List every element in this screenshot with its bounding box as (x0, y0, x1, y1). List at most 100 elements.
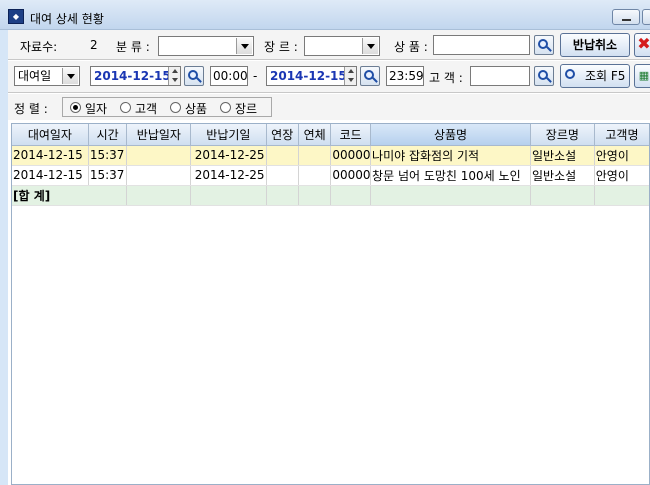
chevron-down-icon[interactable] (62, 68, 78, 84)
chevron-down-icon[interactable] (236, 38, 252, 54)
sort-label: 정 렬 : (14, 102, 48, 116)
product-input[interactable] (433, 35, 530, 55)
query-button-label: 조회 F5 (585, 69, 626, 83)
sort-radio-genre[interactable] (220, 102, 231, 113)
filter-row-2: 대여일 2014-12-15 00:00 - 2014-12-15 23:59 … (8, 61, 650, 93)
end-time-field[interactable]: 23:59 (386, 66, 424, 86)
end-time-value: 23:59 (389, 69, 424, 83)
summary-cell (330, 185, 372, 206)
range-separator: - (253, 69, 258, 83)
window-title: 대여 상세 현황 (30, 12, 104, 26)
cell-overdue (298, 145, 332, 166)
date-type-value: 대여일 (18, 69, 52, 83)
summary-cell (298, 185, 332, 206)
summary-row: [합 계] (12, 185, 649, 206)
rental-detail-grid[interactable]: 대여일자 시간 반납일자 반납기일 연장 연체 코드 상품명 장르명 고객명 대… (11, 123, 650, 485)
column-header[interactable]: 고객명 (594, 124, 649, 146)
excel-export-icon[interactable]: ▦ (634, 64, 650, 88)
app-icon: ◆ (8, 9, 24, 24)
main-panel: 자료수: 2 분 류 : 장 르 : 상 품 : 반납취소 ✖ 대여일 2014… (8, 30, 650, 485)
column-header[interactable]: 상품명 (370, 124, 531, 146)
cell-due-date: 2014-12-25 (190, 165, 267, 186)
summary-cell (266, 185, 299, 206)
close-icon[interactable]: ✖ (634, 33, 650, 57)
cell-overdue (298, 165, 332, 186)
cell-rental-date: 2014-12-15 (12, 165, 89, 186)
cell-extension (266, 145, 299, 166)
cell-code: 00000 (330, 165, 372, 186)
query-button[interactable]: 조회 F5 (560, 64, 630, 88)
count-value: 2 (90, 38, 98, 52)
customer-input[interactable] (470, 66, 530, 86)
customer-search-button[interactable] (534, 66, 554, 86)
end-date-field[interactable]: 2014-12-15 (266, 66, 357, 86)
cell-time: 15:37 (88, 145, 128, 166)
genre-select[interactable] (304, 36, 380, 56)
table-row[interactable]: 2014-12-15 15:37 2014-12-25 00000 나미야 잡화… (12, 145, 649, 166)
chevron-down-icon[interactable] (362, 38, 378, 54)
column-header[interactable]: 시간 (88, 124, 128, 146)
minimize-button[interactable] (612, 9, 640, 25)
column-header[interactable]: 연장 (266, 124, 299, 146)
cell-return-date (126, 165, 192, 186)
end-date-value: 2014-12-15 (270, 69, 347, 83)
start-date-spinner[interactable] (168, 67, 180, 85)
cell-customer-name: 안영이 (594, 145, 649, 166)
cell-return-date (126, 145, 192, 166)
cell-product-name: 나미야 잡화점의 기적 (370, 145, 531, 166)
genre-label: 장 르 : (264, 40, 298, 54)
product-search-button[interactable] (534, 35, 554, 55)
summary-cell (530, 185, 595, 206)
cancel-return-button[interactable]: 반납취소 (560, 33, 630, 57)
sort-radio-product[interactable] (170, 102, 181, 113)
summary-cell (190, 185, 267, 206)
sort-option-date[interactable]: 일자 (85, 100, 107, 117)
table-row[interactable]: 2014-12-15 15:37 2014-12-25 00000 창문 넘어 … (12, 165, 649, 186)
cell-product-name: 창문 넘어 도망친 100세 노인 (370, 165, 531, 186)
cell-customer-name: 안영이 (594, 165, 649, 186)
sort-option-product[interactable]: 상품 (185, 100, 207, 117)
cell-genre-name: 일반소설 (530, 165, 595, 186)
category-select[interactable] (158, 36, 254, 56)
column-header[interactable]: 연체 (298, 124, 332, 146)
end-date-picker-button[interactable] (360, 66, 380, 86)
end-date-spinner[interactable] (344, 67, 356, 85)
date-type-select[interactable]: 대여일 (14, 66, 80, 86)
category-label: 분 류 : (116, 40, 150, 54)
column-header[interactable]: 장르명 (530, 124, 595, 146)
start-date-picker-button[interactable] (184, 66, 204, 86)
sort-option-genre[interactable]: 장르 (235, 100, 257, 117)
maximize-button[interactable] (642, 9, 650, 25)
cell-due-date: 2014-12-25 (190, 145, 267, 166)
start-date-field[interactable]: 2014-12-15 (90, 66, 181, 86)
cell-extension (266, 165, 299, 186)
customer-label: 고 객 : (429, 71, 463, 85)
title-bar: ◆ 대여 상세 현황 (0, 0, 650, 30)
cell-code: 00000 (330, 145, 372, 166)
sort-option-customer[interactable]: 고객 (135, 100, 157, 117)
summary-cell (370, 185, 531, 206)
product-label: 상 품 : (394, 40, 428, 54)
filter-row-1: 자료수: 2 분 류 : 장 르 : 상 품 : 반납취소 ✖ (8, 30, 650, 60)
cell-rental-date: 2014-12-15 (12, 145, 89, 166)
search-icon (565, 69, 575, 79)
cell-genre-name: 일반소설 (530, 145, 595, 166)
cell-time: 15:37 (88, 165, 128, 186)
rental-table: 대여일자 시간 반납일자 반납기일 연장 연체 코드 상품명 장르명 고객명 대… (12, 124, 649, 206)
start-time-field[interactable]: 00:00 (210, 66, 248, 86)
sort-options: 일자 고객 상품 장르 (62, 97, 272, 117)
start-time-value: 00:00 (213, 69, 248, 83)
column-header[interactable]: 대여일자 (12, 124, 89, 146)
count-label: 자료수: (20, 40, 58, 54)
summary-label: [합 계] (12, 185, 128, 206)
table-header-row: 대여일자 시간 반납일자 반납기일 연장 연체 코드 상품명 장르명 고객명 대… (12, 124, 649, 146)
column-header[interactable]: 코드 (330, 124, 372, 146)
column-header[interactable]: 반납기일 (190, 124, 267, 146)
start-date-value: 2014-12-15 (94, 69, 171, 83)
sort-row: 정 렬 : 일자 고객 상품 장르 (8, 94, 650, 120)
column-header[interactable]: 반납일자 (126, 124, 192, 146)
sort-radio-date[interactable] (70, 102, 81, 113)
summary-cell (126, 185, 192, 206)
sort-radio-customer[interactable] (120, 102, 131, 113)
summary-cell (594, 185, 649, 206)
